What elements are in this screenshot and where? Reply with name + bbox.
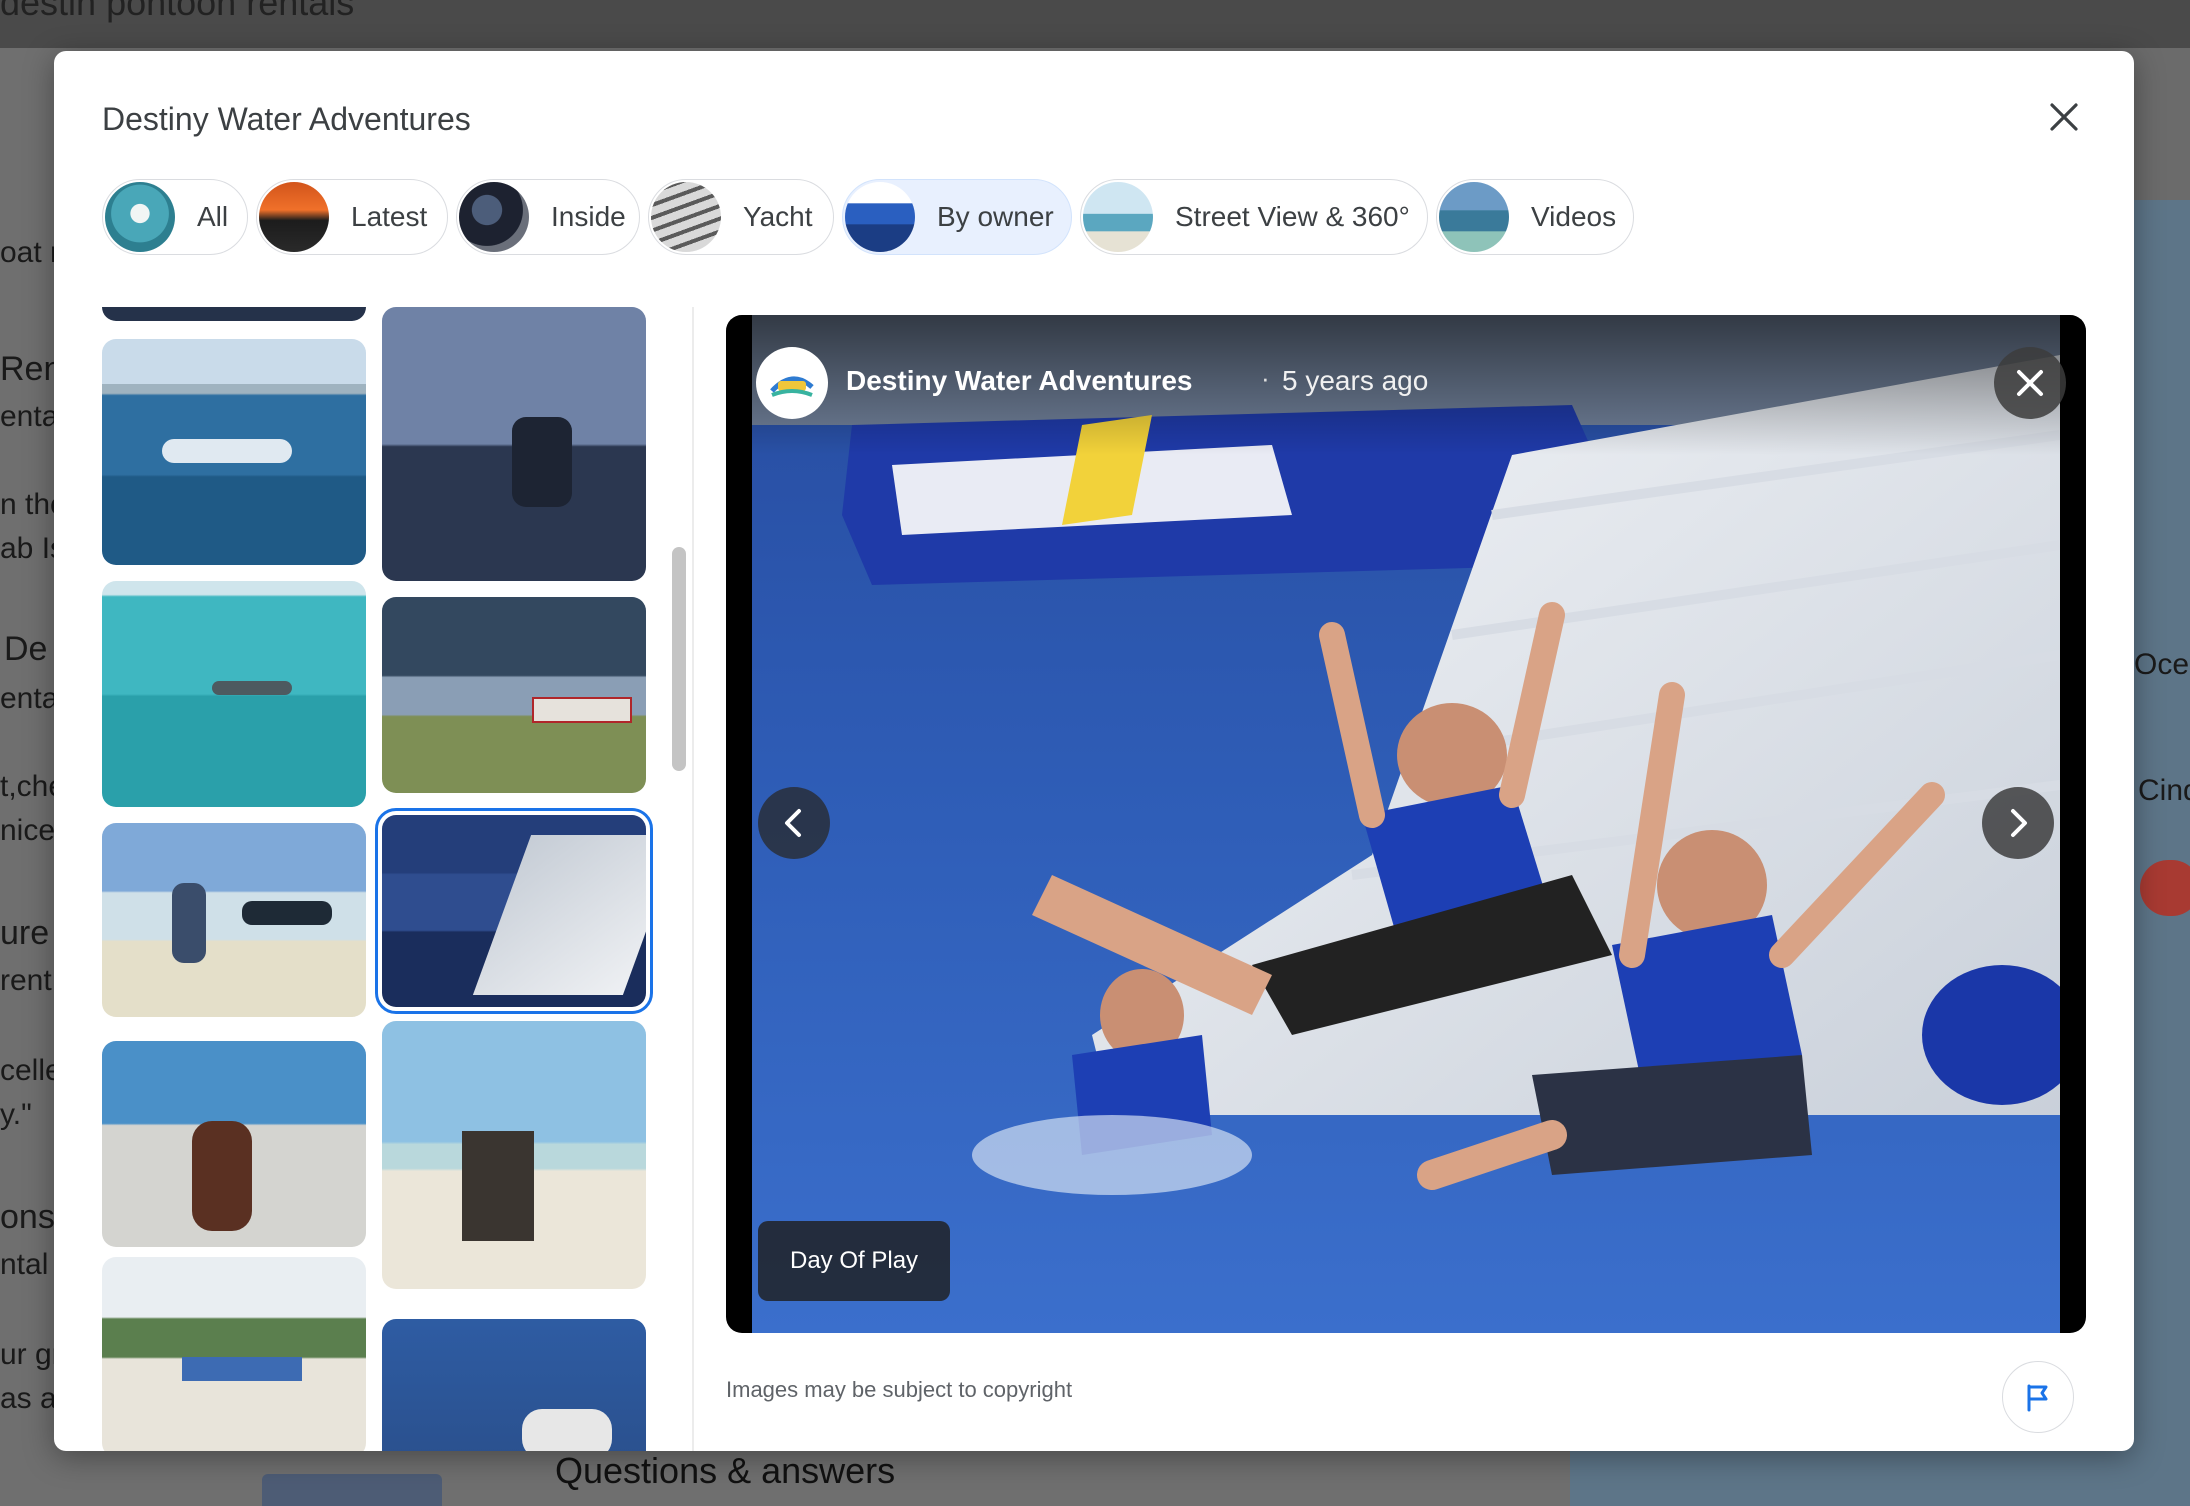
background-snippet: ntal: [0, 1248, 49, 1281]
next-photo-button[interactable]: [1982, 787, 2054, 859]
background-snippet: ons: [0, 1198, 55, 1236]
photo-thumbnail[interactable]: [382, 1319, 646, 1451]
background-snippet: as a: [0, 1382, 57, 1415]
logo-icon: [770, 376, 814, 397]
chip-street-view-360[interactable]: Street View & 360°: [1080, 179, 1428, 255]
background-snippet: rent: [0, 964, 52, 997]
background-snippet: y.": [0, 1098, 32, 1131]
chip-label: By owner: [937, 201, 1054, 232]
close-viewer-button[interactable]: [1994, 347, 2066, 419]
photo-thumbnail[interactable]: [382, 597, 646, 793]
photo-thumbnail[interactable]: [102, 1041, 366, 1247]
background-snippet: celle: [0, 1054, 62, 1087]
chip-yacht[interactable]: Yacht: [648, 179, 834, 255]
close-dialog-button[interactable]: [2032, 85, 2096, 149]
photo-thumbnail[interactable]: [382, 307, 646, 581]
chip-label: Inside: [551, 201, 626, 232]
background-map-label: Cind: [2138, 774, 2190, 807]
photo-thumbnail[interactable]: [102, 581, 366, 807]
chip-label: Videos: [1531, 201, 1617, 232]
photo-thumbnail[interactable]: [102, 1257, 366, 1451]
chip-label: Latest: [351, 201, 428, 232]
meta-separator: ·: [1261, 363, 1270, 393]
photo-thumbnail-selected[interactable]: [375, 808, 653, 1014]
chip-thumbnail: [105, 182, 175, 252]
photo-viewer: Destiny Water Adventures · 5 years ago D…: [726, 315, 2086, 1333]
chip-label: Yacht: [743, 201, 813, 232]
background-snippet: De: [4, 630, 48, 668]
photo-thumbnail-grid: [102, 307, 692, 1451]
background-snippet: ur gr: [0, 1338, 62, 1371]
background-snippet: enta: [0, 682, 59, 715]
chip-inside[interactable]: Inside: [456, 179, 640, 255]
panel-divider: [692, 307, 694, 1451]
photo-thumbnail[interactable]: [382, 1021, 646, 1289]
photo-gallery-dialog: Destiny Water Adventures All Latest Insi…: [54, 51, 2134, 1451]
chevron-left-icon: [785, 809, 801, 837]
background-thumbnail: [262, 1474, 442, 1506]
photo-thumbnail[interactable]: [102, 339, 366, 565]
photo-thumbnail[interactable]: [102, 307, 366, 321]
copyright-notice: Images may be subject to copyright: [726, 1377, 1073, 1402]
chip-label: All: [197, 201, 229, 232]
chip-videos[interactable]: Videos: [1436, 179, 1634, 255]
background-map-label: Ocea: [2134, 648, 2190, 681]
background-snippet: oat r: [0, 236, 61, 269]
chip-thumbnail: [459, 182, 529, 252]
report-photo-button[interactable]: [2002, 1361, 2074, 1433]
chevron-right-icon: [2011, 809, 2027, 837]
main-photo-image: [752, 315, 2060, 1333]
chip-label: Street View & 360°: [1175, 201, 1410, 232]
flag-icon: [2027, 1384, 2048, 1412]
chip-thumbnail: [651, 182, 721, 252]
background-snippet: nice: [0, 814, 56, 847]
background-snippet: ure: [0, 914, 50, 952]
background-search-bar: destin pontoon rentals: [0, 0, 2190, 48]
photo-thumbnail[interactable]: [102, 823, 366, 1017]
owner-name-link[interactable]: Destiny Water Adventures: [846, 365, 1192, 397]
chip-latest[interactable]: Latest: [256, 179, 448, 255]
chip-thumbnail: [1439, 182, 1509, 252]
owner-avatar[interactable]: [756, 347, 828, 419]
grid-scrollbar-thumb[interactable]: [672, 547, 686, 771]
background-section-heading: Questions & answers: [555, 1450, 896, 1491]
chip-thumbnail: [259, 182, 329, 252]
chip-by-owner[interactable]: By owner: [842, 179, 1072, 255]
close-icon: [2017, 370, 2043, 396]
background-search-query: destin pontoon rentals: [0, 0, 355, 23]
photo-caption: Day Of Play: [758, 1221, 951, 1301]
chip-thumbnail: [845, 182, 915, 252]
photo-age: 5 years ago: [1282, 365, 1429, 396]
background-map-pin: [2140, 860, 2190, 916]
chip-thumbnail: [1083, 182, 1153, 252]
dialog-title: Destiny Water Adventures: [102, 101, 471, 137]
chip-all[interactable]: All: [102, 179, 248, 255]
close-icon: [2050, 103, 2078, 131]
previous-photo-button[interactable]: [758, 787, 830, 859]
main-photo: [752, 315, 2060, 1333]
background-snippet: enta: [0, 400, 59, 433]
